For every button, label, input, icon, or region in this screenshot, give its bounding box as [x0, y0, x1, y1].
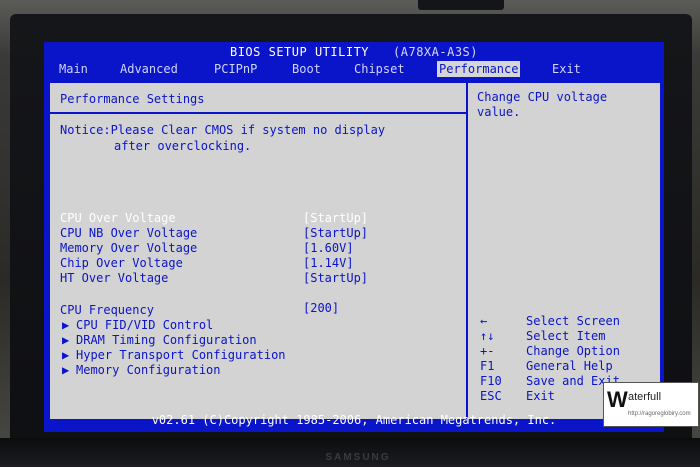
menu-performance[interactable]: Performance [437, 61, 521, 77]
key-label: F10 [480, 374, 502, 388]
key-desc: Select Item [526, 329, 606, 343]
submenu-label: DRAM Timing Configuration [76, 333, 257, 347]
notice-line-2: after overclocking. [114, 139, 252, 153]
bios-title: BIOS SETUP UTILITY (A78XA-A3S) [44, 44, 664, 60]
menu-bar: Main Advanced PCIPnP Boot Chipset Perfor… [44, 61, 664, 77]
menu-advanced[interactable]: Advanced [120, 61, 178, 77]
value-memory-over-voltage[interactable]: [1.60V] [303, 241, 354, 256]
key-label: F1 [480, 359, 495, 373]
notice-line-1: Notice:Please Clear CMOS if system no di… [60, 123, 386, 137]
panel-divider [466, 83, 468, 419]
key-row: ← Select Screen [480, 314, 655, 329]
section-rule [50, 112, 466, 114]
value-chip-over-voltage[interactable]: [1.14V] [303, 256, 354, 271]
submenu-memory-config[interactable]: ▶ Memory Configuration [62, 363, 221, 378]
key-row: +- Change Option [480, 344, 655, 359]
menu-pcipnp[interactable]: PCIPnP [214, 61, 257, 77]
menu-main[interactable]: Main [59, 61, 88, 77]
menu-chipset[interactable]: Chipset [354, 61, 405, 77]
watermark-logo: W [607, 387, 628, 412]
key-row: F1 General Help [480, 359, 655, 374]
key-label: ↑↓ [480, 329, 495, 343]
settings-panel: Performance Settings Notice:Please Clear… [49, 82, 661, 420]
setting-memory-over-voltage[interactable]: Memory Over Voltage [60, 241, 197, 256]
menu-boot[interactable]: Boot [292, 61, 321, 77]
watermark: W aterfull http://ragoreglobiry.com [603, 382, 699, 427]
key-desc: Change Option [526, 344, 620, 358]
setting-ht-over-voltage[interactable]: HT Over Voltage [60, 271, 168, 286]
menu-exit[interactable]: Exit [552, 61, 581, 77]
value-cpu-over-voltage[interactable]: [StartUp] [303, 211, 368, 226]
value-cpu-nb-over-voltage[interactable]: [StartUp] [303, 226, 368, 241]
bios-screen: BIOS SETUP UTILITY (A78XA-A3S) Main Advan… [44, 42, 664, 432]
photo-frame: BIOS SETUP UTILITY (A78XA-A3S) Main Advan… [0, 0, 700, 467]
submenu-hyper-transport[interactable]: ▶ Hyper Transport Configuration [62, 348, 286, 363]
submenu-dram-timing[interactable]: ▶ DRAM Timing Configuration [62, 333, 257, 348]
triangle-right-icon: ▶ [62, 318, 70, 332]
bios-model: (A78XA-A3S) [393, 45, 479, 59]
key-label: ESC [480, 389, 502, 403]
value-ht-over-voltage[interactable]: [StartUp] [303, 271, 368, 286]
key-desc: General Help [526, 359, 613, 373]
watermark-url: http://ragoreglobiry.com [628, 411, 691, 417]
submenu-label: CPU FID/VID Control [76, 318, 214, 332]
setting-cpu-frequency[interactable]: CPU Frequency [60, 303, 154, 318]
key-label: ← [480, 314, 488, 328]
copyright-footer: v02.61 (C)Copyright 1985-2006, American … [151, 413, 557, 427]
value-cpu-frequency[interactable]: [200] [303, 301, 339, 316]
watermark-text: aterfull [628, 391, 662, 403]
submenu-cpu-fid-vid[interactable]: ▶ CPU FID/VID Control [62, 318, 213, 333]
section-title: Performance Settings [60, 92, 205, 106]
brand-logo: SAMSUNG [325, 452, 391, 463]
key-row: ↑↓ Select Item [480, 329, 655, 344]
monitor-top-edge [418, 0, 504, 10]
triangle-right-icon: ▶ [62, 348, 70, 362]
setting-cpu-over-voltage[interactable]: CPU Over Voltage [60, 211, 176, 226]
key-desc: Exit [526, 389, 555, 403]
submenu-label: Memory Configuration [76, 363, 221, 377]
help-text: Change CPU voltage value. [477, 90, 608, 119]
setting-cpu-nb-over-voltage[interactable]: CPU NB Over Voltage [60, 226, 197, 241]
triangle-right-icon: ▶ [62, 363, 70, 377]
key-label: +- [480, 344, 495, 358]
key-desc: Select Screen [526, 314, 620, 328]
submenu-label: Hyper Transport Configuration [76, 348, 286, 362]
bios-title-text: BIOS SETUP UTILITY [229, 45, 370, 59]
setting-chip-over-voltage[interactable]: Chip Over Voltage [60, 256, 183, 271]
triangle-right-icon: ▶ [62, 333, 70, 347]
notice-text: Notice:Please Clear CMOS if system no di… [60, 122, 385, 154]
